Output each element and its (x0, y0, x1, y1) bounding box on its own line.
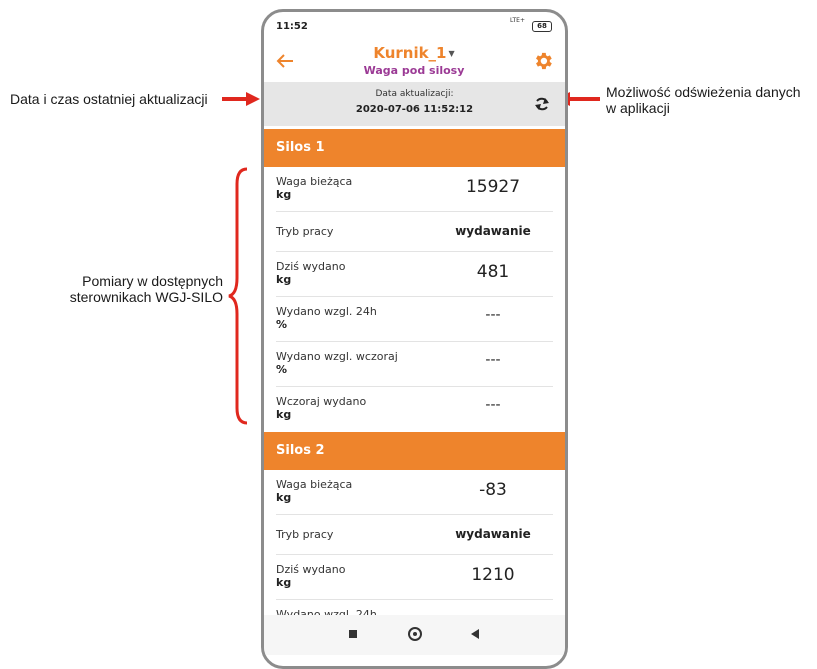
table-row: Tryb pracy wydawanie (276, 212, 553, 252)
table-row: Tryb pracy wydawanie (276, 515, 553, 555)
page-title[interactable]: Kurnik_1 (373, 44, 446, 62)
back-nav-icon[interactable] (471, 629, 479, 639)
row-label: Waga bieżąca (276, 175, 353, 188)
table-row: Dziś wydano kg 481 (276, 252, 553, 297)
row-value: 1210 (471, 565, 515, 585)
table-row: Waga bieżąca kg -83 (276, 470, 553, 515)
row-label: Wydano wzgl. wczoraj (276, 350, 398, 363)
row-label: Wczoraj wydano (276, 395, 367, 408)
page-subtitle: Waga pod silosy (363, 63, 465, 77)
annotation-measurements: Pomiary w dostępnych sterownikach WGJ-SI… (10, 273, 223, 305)
gear-icon[interactable] (532, 50, 554, 72)
table-row: Dziś wydano kg 1210 (276, 555, 553, 600)
app-bar: Kurnik_1 ▼ Waga pod silosy (264, 40, 565, 80)
arrow-right-icon (222, 92, 260, 106)
row-unit: % (276, 318, 288, 331)
row-value: --- (485, 397, 501, 413)
home-icon[interactable] (408, 627, 422, 641)
silos-2-header[interactable]: Silos 2 (264, 432, 565, 470)
row-unit: kg (276, 576, 292, 589)
row-value: 15927 (465, 177, 521, 197)
back-arrow-icon[interactable] (274, 50, 296, 72)
row-unit: % (276, 363, 288, 376)
silos-list: Silos 1 Waga bieżąca kg 15927 Tryb pracy… (264, 129, 565, 645)
row-unit: kg (276, 273, 292, 286)
row-unit: kg (276, 408, 292, 421)
battery-icon: 68 (532, 21, 552, 32)
recent-apps-icon[interactable] (349, 630, 357, 638)
annotation-measurements-line1: Pomiary w dostępnych (82, 273, 223, 289)
status-time: 11:52 (276, 21, 308, 32)
row-value: wydawanie (455, 527, 531, 541)
row-value: wydawanie (455, 224, 531, 238)
row-label: Dziś wydano (276, 260, 346, 273)
annotation-measurements-line2: sterownikach WGJ-SILO (69, 289, 223, 305)
annotation-last-update: Data i czas ostatniej aktualizacji (10, 91, 208, 107)
annotation-refresh-line2: w aplikacji (606, 100, 670, 116)
status-bar: 11:52 LTE+ 68 (264, 12, 565, 40)
table-row: Wydano wzgl. wczoraj % --- (276, 342, 553, 387)
row-value: 481 (476, 262, 510, 282)
row-value: -83 (479, 480, 507, 500)
table-row: Wydano wzgl. 24h % --- (276, 297, 553, 342)
app-title-block: Kurnik_1 ▼ Waga pod silosy (324, 44, 504, 78)
row-label: Tryb pracy (276, 528, 334, 541)
update-label: Data aktualizacji: (375, 89, 454, 99)
row-value: --- (485, 307, 501, 323)
table-row: Wczoraj wydano kg --- (276, 387, 553, 432)
update-datetime: 2020-07-06 11:52:12 (355, 104, 474, 115)
silos-1-header[interactable]: Silos 1 (264, 129, 565, 167)
row-label: Waga bieżąca (276, 478, 353, 491)
table-row: Waga bieżąca kg 15927 (276, 167, 553, 212)
row-value: --- (485, 352, 501, 368)
system-nav-bar (264, 615, 565, 655)
row-label: Wydano wzgl. 24h (276, 305, 377, 318)
row-unit: kg (276, 188, 292, 201)
annotation-refresh: Możliwość odświeżenia danych w aplikacji (606, 84, 801, 116)
refresh-icon[interactable] (531, 93, 553, 115)
dropdown-caret-icon[interactable]: ▼ (449, 45, 455, 63)
row-label: Dziś wydano (276, 563, 346, 576)
update-bar: Data aktualizacji: 2020-07-06 11:52:12 (264, 82, 565, 126)
brace-icon (228, 167, 248, 425)
phone-frame: 11:52 LTE+ 68 Kurnik_1 ▼ Waga pod silosy … (261, 9, 568, 669)
row-unit: kg (276, 491, 292, 504)
row-label: Tryb pracy (276, 225, 334, 238)
annotation-refresh-line1: Możliwość odświeżenia danych (606, 84, 801, 100)
signal-icon: LTE+ (510, 17, 525, 24)
